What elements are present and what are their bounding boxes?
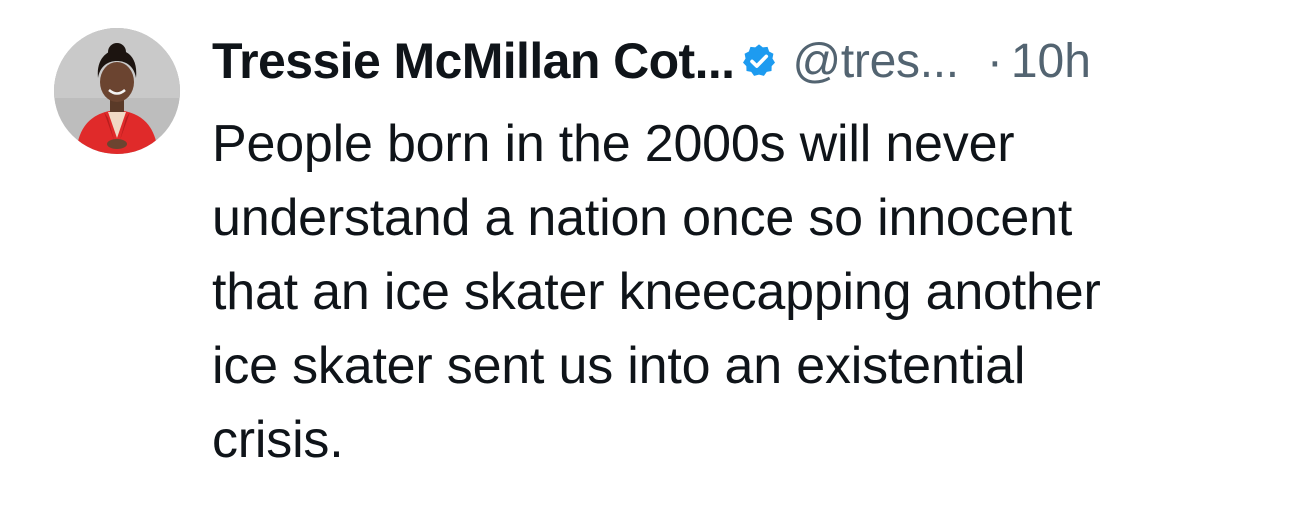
- separator-dot: ·: [986, 34, 1003, 88]
- post-text-line: that an ice skater kneecapping another: [212, 263, 1101, 321]
- profile-photo-icon: [54, 28, 180, 154]
- post-text-line: understand a nation once so innocent: [212, 189, 1073, 247]
- post-text-line: People born in the 2000s will never: [212, 115, 1015, 173]
- post-text: People born in the 2000s will never unde…: [212, 107, 1272, 477]
- author-handle[interactable]: @tres...: [792, 34, 959, 89]
- post-header: Tressie McMillan Cot... @tres... · 10h: [212, 26, 1272, 96]
- post-text-line: ice skater sent us into an existential: [212, 337, 1026, 395]
- post-text-line: crisis.: [212, 411, 344, 469]
- post-timestamp[interactable]: 10h: [1011, 34, 1091, 89]
- author-display-name[interactable]: Tressie McMillan Cot...: [212, 32, 735, 90]
- post-card[interactable]: Tressie McMillan Cot... @tres... · 10h P…: [0, 0, 1290, 507]
- verified-check-icon[interactable]: [740, 42, 778, 80]
- avatar[interactable]: [54, 28, 180, 154]
